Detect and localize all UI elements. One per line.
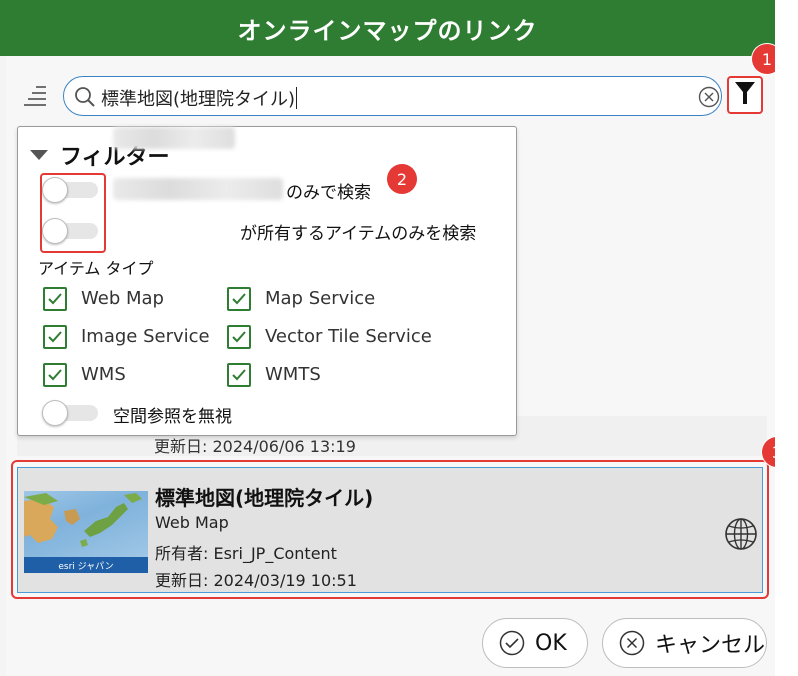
checkbox-label: Map Service — [265, 288, 376, 309]
item-owner: 所有者: Esri_JP_Content — [155, 544, 337, 563]
funnel-icon — [734, 80, 756, 110]
search-icon — [74, 86, 96, 108]
checkbox-map-service[interactable] — [227, 287, 251, 311]
filter-button[interactable] — [727, 76, 763, 114]
item-updated: 更新日: 2024/03/19 10:51 — [155, 571, 357, 590]
map-thumbnail: esri ジャパン — [24, 491, 148, 573]
cancel-button[interactable]: キャンセル — [602, 618, 767, 668]
item-title: 標準地図(地理院タイル) — [155, 486, 374, 510]
checkbox-web-map[interactable] — [43, 287, 67, 311]
checkbox-label: Web Map — [81, 288, 164, 309]
close-circle-icon — [619, 630, 645, 656]
checkbox-label: WMS — [81, 364, 126, 385]
highlight-outline — [40, 173, 106, 253]
checkbox-vector-tile-service[interactable] — [227, 325, 251, 349]
callout-badge-1: 1 — [752, 44, 775, 74]
redacted-user-name — [113, 127, 235, 149]
checkbox-label: Image Service — [81, 326, 210, 347]
item-type: Web Map — [155, 513, 229, 532]
list-item-selected[interactable]: esri ジャパン 標準地図(地理院タイル) Web Map 所有者: Esri… — [17, 467, 763, 593]
redacted-org-name — [113, 178, 283, 200]
collapse-triangle-icon — [30, 150, 48, 160]
check-circle-icon — [499, 630, 525, 656]
checkbox-wms[interactable] — [43, 363, 67, 387]
filter-panel: フィルター のみで検索 が所有するアイテムのみを検索 アイテム タイプ Web … — [17, 126, 517, 436]
clear-icon[interactable] — [698, 86, 720, 108]
ok-button[interactable]: OK — [482, 618, 588, 668]
checkbox-label: Vector Tile Service — [265, 326, 432, 347]
ignore-spatial-ref-label: 空間参照を無視 — [113, 407, 232, 427]
ignore-spatial-ref-toggle[interactable] — [42, 400, 100, 426]
item-types-label: アイテム タイプ — [38, 259, 154, 278]
list-options-icon[interactable] — [24, 84, 50, 108]
checkbox-image-service[interactable] — [43, 325, 67, 349]
checkbox-label: WMTS — [265, 364, 321, 385]
dialog: オンラインマップのリンク 標準地図(地理院タイル) 1 更新日: 2024/06… — [0, 0, 775, 676]
checkbox-wmts[interactable] — [227, 363, 251, 387]
globe-icon — [724, 517, 758, 551]
background-strip — [775, 0, 798, 676]
owner-only-label: が所有するアイテムのみを検索 — [240, 224, 477, 244]
esri-logo: esri ジャパン — [24, 557, 148, 573]
item-updated: 更新日: 2024/06/06 13:19 — [154, 437, 356, 456]
org-only-label: のみで検索 — [286, 183, 371, 203]
dialog-title: オンラインマップのリンク — [0, 0, 775, 56]
search-value: 標準地図(地理院タイル) — [101, 87, 298, 110]
search-input[interactable]: 標準地図(地理院タイル) — [63, 76, 722, 116]
callout-badge-2: 2 — [387, 164, 417, 194]
